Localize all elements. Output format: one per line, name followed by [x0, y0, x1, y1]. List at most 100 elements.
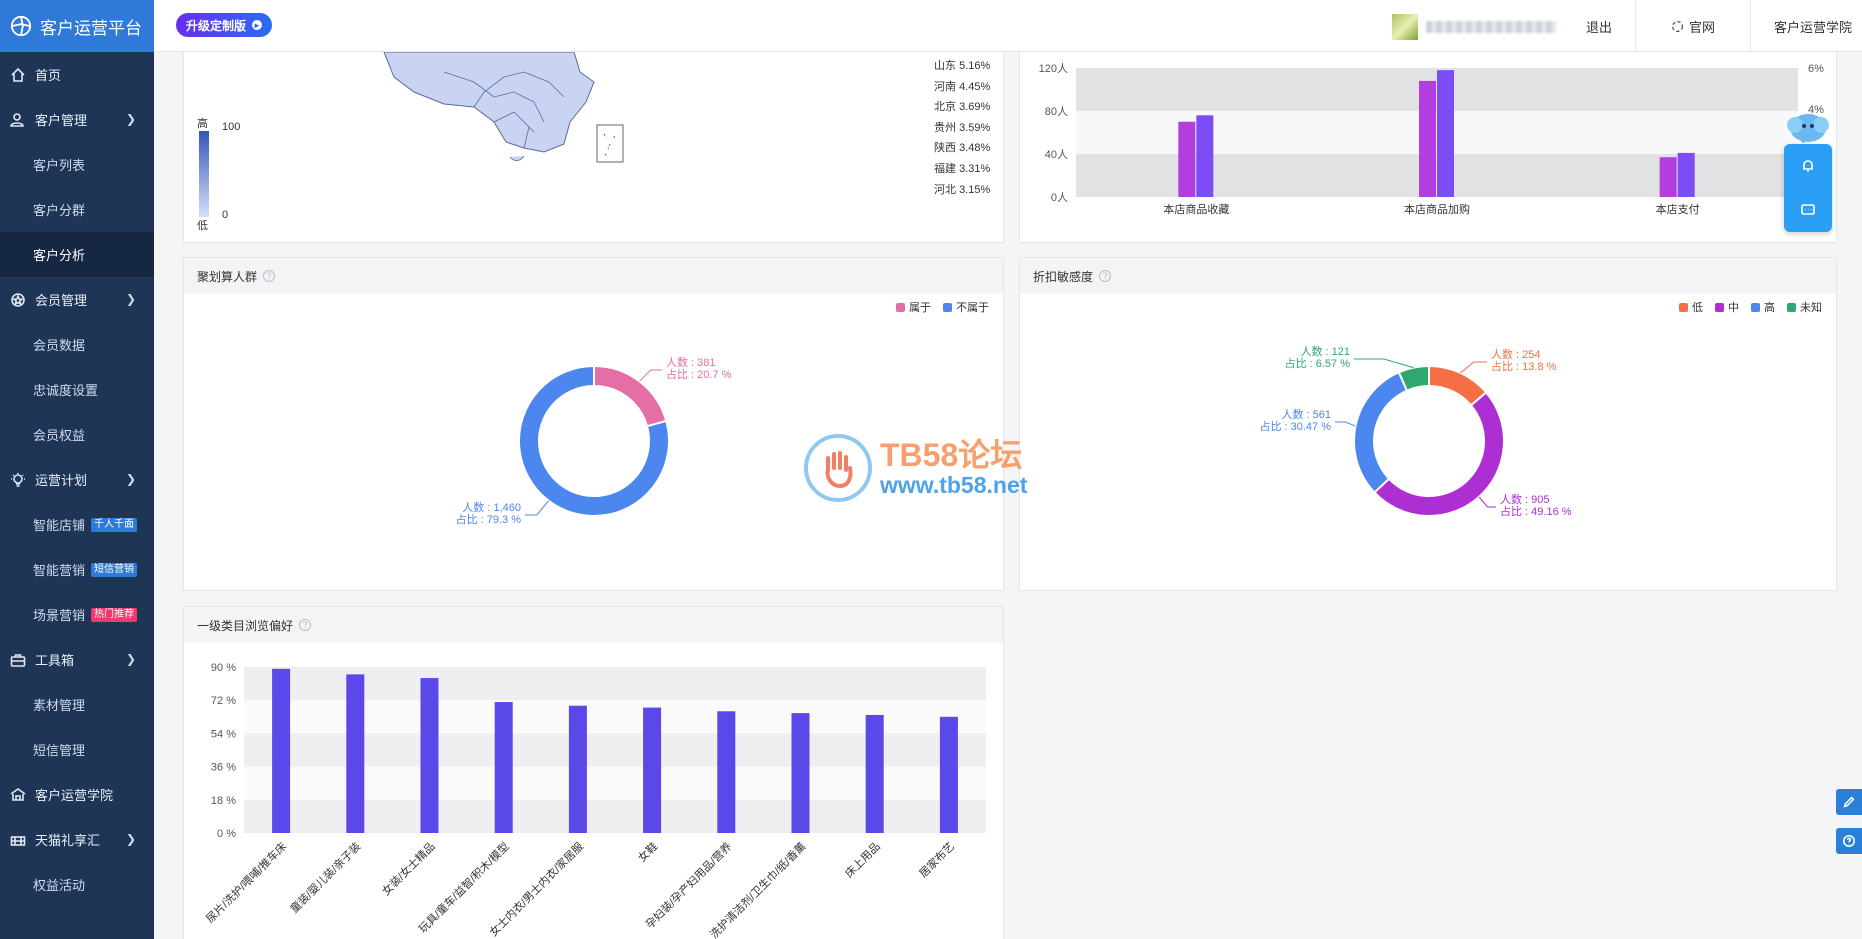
sidebar-subitem-loyalty-settings[interactable]: 忠诚度设置: [0, 367, 154, 412]
floating-toolbar: [1784, 144, 1832, 232]
sidebar-item-label: 首页: [35, 68, 62, 83]
notification-button[interactable]: [1784, 144, 1832, 188]
sidebar-subitem-smart-marketing[interactable]: 智能营销 短信营销: [0, 547, 154, 592]
sidebar-subitem-scene-marketing[interactable]: 场景营销 热门推荐: [0, 592, 154, 637]
sidebar-item-tmall-gifts[interactable]: 天猫礼享汇 ❯: [0, 817, 154, 862]
right-y-tick-label: 6%: [1808, 63, 1824, 75]
region-distribution-panel: 高 100 0 低 山东 5.16% 河南 4.45% 北京 3.69% 贵州 …: [183, 52, 1004, 243]
sidebar-item-home[interactable]: 首页: [0, 52, 154, 97]
chevron-right-icon: ❯: [125, 292, 136, 306]
upgrade-label: 升级定制版: [186, 18, 247, 33]
user-icon: [10, 112, 26, 128]
sidebar-item-label: 会员管理: [35, 293, 88, 308]
x-tick-label: 本店商品收藏: [1163, 202, 1229, 216]
slice-pct-label: 占比 : 30.47 %: [1259, 419, 1331, 433]
y-tick-label: 40人: [1045, 148, 1068, 161]
sidebar-item-toolbox[interactable]: 工具箱 ❯: [0, 637, 154, 682]
panel-header: 折扣敏感度 ?: [1020, 258, 1836, 294]
bar: [1659, 157, 1677, 197]
bar: [643, 707, 662, 833]
y-tick-label: 0人: [1051, 191, 1068, 204]
y-tick-label: 18 %: [211, 795, 236, 807]
official-site-link[interactable]: 官网: [1671, 17, 1715, 36]
sidebar-item-academy[interactable]: 客户运营学院: [0, 772, 154, 817]
sidebar-subitem-sms-mgmt[interactable]: 短信管理: [0, 727, 154, 772]
x-tick-label: 本店商品加购: [1404, 202, 1470, 216]
legend-min-value: 0: [222, 209, 229, 221]
sidebar-subitem-member-data[interactable]: 会员数据: [0, 322, 154, 367]
sidebar-item-label: 工具箱: [35, 653, 75, 668]
south-china-sea-inset: [596, 124, 624, 163]
y-tick-label: 120人: [1039, 62, 1068, 75]
province-row: 贵州 3.59%: [934, 121, 991, 134]
sidebar-subitem-customer-groups[interactable]: 客户分群: [0, 187, 154, 232]
leader-line: [1460, 361, 1487, 374]
brand-bar[interactable]: 客户运营平台: [0, 0, 154, 52]
color-scale-bar[interactable]: [199, 131, 209, 217]
sidebar-item-label: 客户管理: [35, 113, 88, 128]
official-label: 官网: [1689, 20, 1716, 35]
behavior-bar-chart: 0人40人80人120人4%6%本店商品收藏 本店商品加购 本店支付: [1039, 62, 1824, 216]
help-float-button[interactable]: [1836, 828, 1862, 854]
category-panel: 一级类目浏览偏好 ? 0 % 18 % 36 % 54 % 72 % 90 % 尿片/洗护/…: [183, 606, 1004, 939]
slice-pct-label: 占比 : 79.3 %: [456, 512, 522, 526]
academy-link[interactable]: 客户运营学院: [1774, 17, 1852, 36]
hand-logo-icon: [804, 434, 872, 502]
province-row: 北京 3.69%: [934, 101, 991, 114]
sidebar-subitem-member-benefits[interactable]: 会员权益: [0, 412, 154, 457]
sidebar-item-ops-plan[interactable]: 运营计划 ❯: [0, 457, 154, 502]
account-info[interactable]: [1392, 14, 1556, 40]
tag-badge: 千人千面: [91, 517, 138, 532]
y-tick-label: 90 %: [211, 662, 236, 674]
chat-button[interactable]: [1784, 188, 1832, 232]
chevron-right-icon: ❯: [125, 832, 136, 846]
sidebar-subitem-customer-analysis[interactable]: 客户分析: [0, 232, 154, 277]
bar: [1178, 121, 1196, 197]
sidebar-subitem-customer-list[interactable]: 客户列表: [0, 142, 154, 187]
platform-logo-icon: [10, 15, 32, 37]
donut-slice: [593, 364, 668, 428]
divider: [1635, 0, 1636, 52]
province-row: 山东 5.16%: [934, 60, 991, 72]
bell-icon: [1803, 160, 1813, 172]
leader-line: [1335, 421, 1356, 427]
toolbox-icon: [10, 652, 26, 668]
slice-pct-label: 占比 : 6.57 %: [1285, 356, 1351, 370]
sidebar-subitem-smart-store[interactable]: 智能店铺 千人千面: [0, 502, 154, 547]
slice-count-label: 人数 : 121: [1300, 345, 1350, 358]
sidebar-item-label: 天猫礼享汇: [35, 833, 101, 848]
divider: [1750, 0, 1751, 52]
chat-icon: [1801, 204, 1815, 215]
sidebar-subitem-label: 场景营销: [33, 608, 86, 623]
slice-count-label: 人数 : 381: [666, 356, 716, 369]
logout-link[interactable]: 退出: [1586, 17, 1612, 36]
donut-slice: [1373, 391, 1505, 517]
help-icon[interactable]: ?: [263, 270, 276, 282]
help-icon[interactable]: ?: [299, 619, 312, 631]
help-icon[interactable]: ?: [1099, 270, 1112, 282]
sidebar-subitem-benefit-activities[interactable]: 权益活动: [0, 862, 154, 907]
bar: [494, 702, 513, 833]
tag-badge: 热门推荐: [91, 607, 138, 622]
province-ranking-list: 山东 5.16% 河南 4.45% 北京 3.69% 贵州 3.59% 陕西 3…: [934, 56, 990, 200]
x-tick-label: 童装/婴儿装/亲子装: [287, 839, 363, 915]
province-row: 河南 4.45%: [934, 80, 991, 93]
edit-button[interactable]: [1836, 789, 1862, 815]
sidebar-item-member-mgmt[interactable]: 会员管理 ❯: [0, 277, 154, 322]
bar: [272, 668, 291, 833]
sidebar-subitem-material-mgmt[interactable]: 素材管理: [0, 682, 154, 727]
watermark-url: www.tb58.net: [880, 472, 1028, 498]
chevron-right-icon: ❯: [125, 472, 136, 486]
panel-title: 折扣敏感度: [1033, 269, 1094, 284]
sidebar-item-customer-mgmt[interactable]: 客户管理 ❯: [0, 97, 154, 142]
upgrade-button[interactable]: 升级定制版 ►: [176, 13, 273, 37]
chevron-right-icon: ❯: [125, 112, 136, 126]
bar: [791, 713, 810, 833]
chevron-right-icon: ❯: [125, 652, 136, 666]
elephant-mascot-icon[interactable]: [1786, 108, 1830, 148]
y-tick-label: 0 %: [217, 828, 236, 840]
sidebar-item-label: 客户运营学院: [35, 788, 114, 803]
bar: [420, 678, 439, 833]
legend-max-value: 100: [222, 121, 241, 133]
panel-title: 一级类目浏览偏好: [197, 618, 294, 633]
